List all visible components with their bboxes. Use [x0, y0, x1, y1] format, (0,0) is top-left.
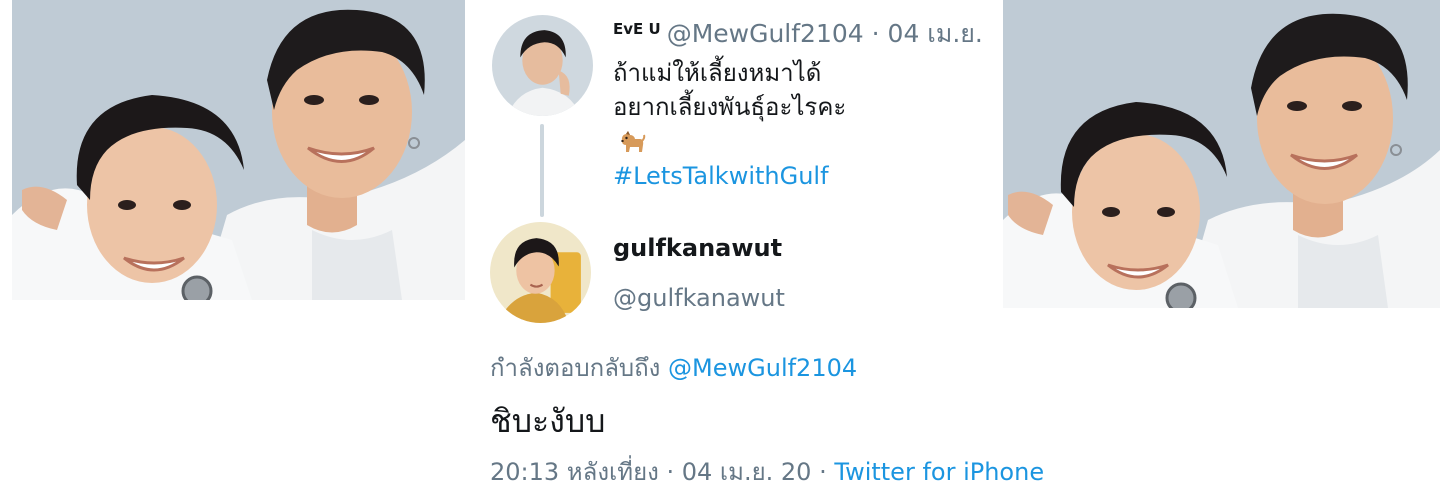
parent-text-line-1: ถ้าแม่ให้เลี้ยงหมาได้	[613, 59, 822, 87]
reply-avatar-art	[490, 222, 591, 323]
parent-handle[interactable]: @MewGulf2104	[667, 19, 864, 48]
couple-photo-right-art	[1003, 0, 1440, 308]
reply-tweet-text: ชิบะงับบ	[490, 402, 606, 440]
parent-avatar[interactable]	[492, 15, 593, 116]
parent-avatar-art	[492, 15, 593, 116]
tweet-source-link[interactable]: Twitter for iPhone	[834, 458, 1044, 486]
couple-photo-right	[1003, 0, 1440, 308]
parent-tweet-header: EvE U @MewGulf2104 · 04 เม.ย.	[613, 14, 983, 54]
tweet-meta: 20:13 หลังเที่ยง · 04 เม.ย. 20 · Twitter…	[490, 452, 1044, 491]
hashtag-link[interactable]: #LetsTalkwithGulf	[613, 162, 829, 190]
replying-to-mention[interactable]: @MewGulf2104	[668, 354, 857, 382]
couple-photo-left	[12, 0, 465, 300]
replying-to-label: กำลังตอบกลับถึง	[490, 354, 661, 382]
tweet-thread: EvE U @MewGulf2104 · 04 เม.ย. ถ้าแม่ให้เล…	[480, 0, 1044, 486]
meta-separator-1: ·	[666, 458, 675, 486]
reply-handle[interactable]: @gulfkanawut	[613, 284, 785, 312]
replying-to-line: กำลังตอบกลับถึง @MewGulf2104	[490, 348, 857, 387]
tweet-time[interactable]: 20:13 หลังเที่ยง	[490, 458, 659, 486]
reply-display-name[interactable]: gulfkanawut	[613, 234, 782, 262]
dog-icon-art	[621, 131, 646, 152]
tweet-date[interactable]: 04 เม.ย. 20	[682, 458, 812, 486]
parent-text-line-2: อยากเลี้ยงพันธุ์อะไรคะ	[613, 93, 847, 121]
header-separator: ·	[871, 19, 880, 48]
couple-photo-left-art	[12, 0, 465, 300]
meta-separator-2: ·	[819, 458, 827, 486]
thread-connector-line	[540, 124, 544, 217]
parent-display-name[interactable]: EvE U	[613, 20, 661, 38]
parent-tweet-text: ถ้าแม่ให้เลี้ยงหมาได้ อยากเลี้ยงพันธุ์อะ…	[613, 56, 846, 124]
parent-date[interactable]: 04 เม.ย.	[888, 19, 983, 48]
reply-avatar[interactable]	[490, 222, 591, 323]
dog-icon	[618, 127, 646, 155]
